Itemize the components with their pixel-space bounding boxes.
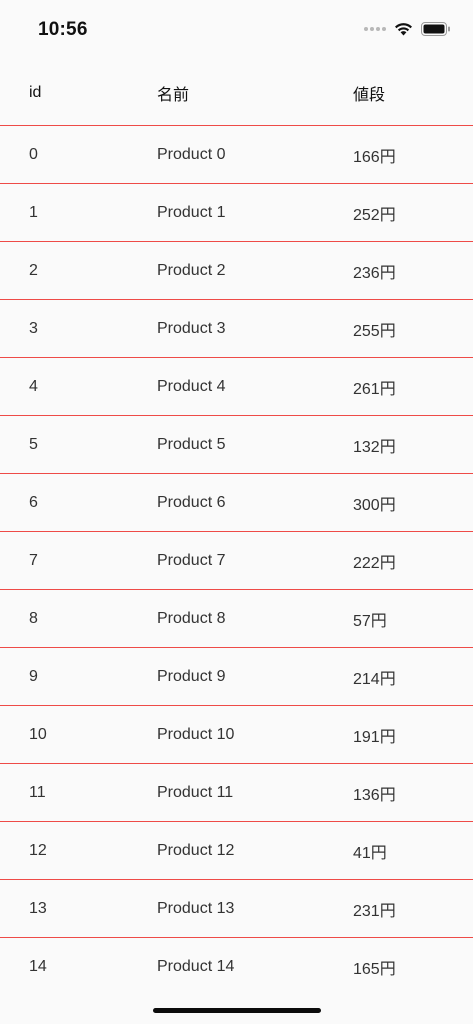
cell-price: 222円 — [353, 554, 396, 572]
cellular-signal-icon — [364, 27, 386, 31]
cell-id: 1 — [29, 203, 38, 221]
table-row: 2 Product 2 236円 — [0, 242, 473, 300]
cell-id: 5 — [29, 435, 38, 453]
cell-id: 0 — [29, 145, 38, 163]
table-row: 7 Product 7 222円 — [0, 532, 473, 590]
cell-name: Product 12 — [157, 841, 235, 859]
wifi-icon — [395, 23, 412, 36]
cell-id: 6 — [29, 493, 38, 511]
table-header-row: id 名前 値段 — [0, 60, 473, 126]
cell-price: 236円 — [353, 264, 396, 282]
table-row: 1 Product 1 252円 — [0, 184, 473, 242]
cell-id: 3 — [29, 319, 38, 337]
cell-price: 214円 — [353, 670, 396, 688]
cell-id: 13 — [29, 899, 47, 917]
status-icons — [364, 22, 451, 36]
status-bar: 10:56 — [0, 0, 473, 60]
table-row: 12 Product 12 41円 — [0, 822, 473, 880]
cell-id: 11 — [29, 783, 46, 801]
table-row: 14 Product 14 165円 — [0, 938, 473, 995]
cell-name: Product 11 — [157, 783, 234, 801]
cell-id: 7 — [29, 551, 38, 569]
cell-price: 261円 — [353, 380, 396, 398]
home-indicator[interactable] — [153, 1008, 321, 1013]
table-row: 9 Product 9 214円 — [0, 648, 473, 706]
cell-name: Product 10 — [157, 725, 235, 743]
cell-id: 8 — [29, 609, 38, 627]
table-row: 11 Product 11 136円 — [0, 764, 473, 822]
product-table: id 名前 値段 0 Product 0 166円 1 Product 1 25… — [0, 60, 473, 995]
header-price: 値段 — [353, 86, 386, 104]
cell-name: Product 9 — [157, 667, 226, 685]
table-row: 8 Product 8 57円 — [0, 590, 473, 648]
cell-price: 166円 — [353, 148, 396, 166]
cell-id: 12 — [29, 841, 47, 859]
battery-icon — [421, 22, 450, 36]
header-id: id — [29, 83, 42, 101]
cell-price: 252円 — [353, 206, 396, 224]
cell-name: Product 13 — [157, 899, 235, 917]
cell-id: 2 — [29, 261, 38, 279]
cell-name: Product 14 — [157, 957, 235, 975]
cell-name: Product 0 — [157, 145, 226, 163]
cell-id: 14 — [29, 957, 47, 975]
cell-price: 191円 — [353, 728, 396, 746]
header-name: 名前 — [157, 86, 190, 104]
cell-id: 10 — [29, 725, 47, 743]
cell-name: Product 6 — [157, 493, 226, 511]
cell-name: Product 8 — [157, 609, 226, 627]
cell-name: Product 7 — [157, 551, 226, 569]
cell-id: 4 — [29, 377, 38, 395]
cell-name: Product 4 — [157, 377, 226, 395]
cell-price: 165円 — [353, 960, 396, 978]
cell-price: 255円 — [353, 322, 396, 340]
status-time: 10:56 — [38, 19, 88, 40]
cell-name: Product 3 — [157, 319, 226, 337]
table-row: 10 Product 10 191円 — [0, 706, 473, 764]
table-row: 3 Product 3 255円 — [0, 300, 473, 358]
cell-name: Product 2 — [157, 261, 226, 279]
cell-name: Product 1 — [157, 203, 226, 221]
cell-price: 300円 — [353, 496, 396, 514]
cell-price: 132円 — [353, 438, 396, 456]
table-row: 0 Product 0 166円 — [0, 126, 473, 184]
table-row: 6 Product 6 300円 — [0, 474, 473, 532]
cell-price: 41円 — [353, 844, 387, 862]
table-row: 13 Product 13 231円 — [0, 880, 473, 938]
cell-price: 57円 — [353, 612, 387, 630]
table-row: 5 Product 5 132円 — [0, 416, 473, 474]
cell-id: 9 — [29, 667, 38, 685]
table-row: 4 Product 4 261円 — [0, 358, 473, 416]
cell-price: 136円 — [353, 786, 396, 804]
cell-name: Product 5 — [157, 435, 226, 453]
cell-price: 231円 — [353, 902, 396, 920]
